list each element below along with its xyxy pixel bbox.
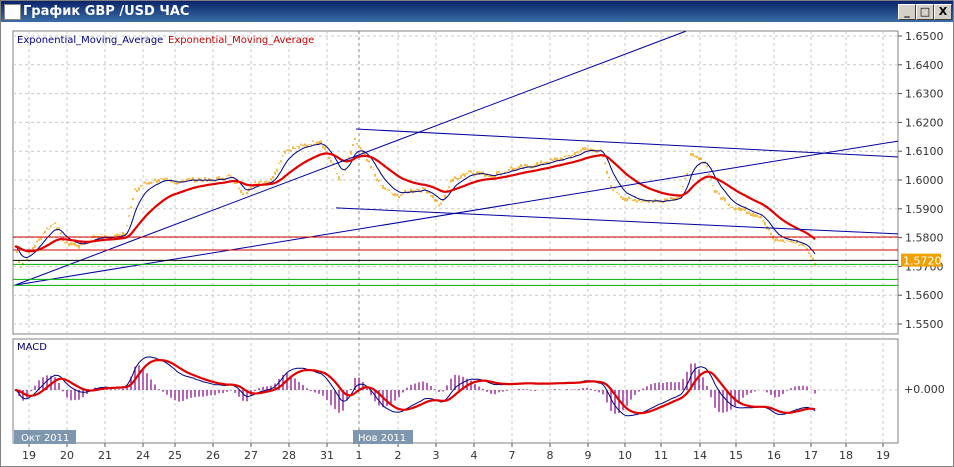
x-tick-label: 16 — [767, 449, 781, 462]
x-tick-label: 21 — [98, 449, 112, 462]
chart-app-icon — [4, 4, 21, 20]
price-panel — [12, 30, 899, 335]
x-tick-label: 7 — [509, 449, 516, 462]
y-tick-label: 1.6000 — [905, 174, 944, 187]
legend-ema-fast: Exponential_Moving_Average — [17, 35, 163, 46]
x-tick-label: 17 — [804, 449, 818, 462]
y-tick-label: 1.5800 — [905, 232, 944, 245]
x-tick-label: 18 — [839, 449, 853, 462]
y-tick-label: 1.6500 — [905, 30, 944, 43]
x-tick-label: 19 — [876, 449, 890, 462]
x-tick-label: 26 — [206, 449, 220, 462]
minimize-button[interactable]: _ — [898, 4, 916, 20]
price-chart[interactable]: 1.6500 1.6400 1.6300 1.6200 1.6100 1.6000 1.59… — [1, 23, 953, 466]
macd-zero-label: +0.000 — [904, 383, 945, 396]
y-tick-label: 1.6300 — [905, 88, 944, 101]
legend-ema-slow: Exponential_Moving_Average — [168, 35, 314, 46]
y-tick-label: 1.6400 — [905, 59, 944, 72]
x-tick-label: 3 — [433, 449, 440, 462]
x-tick-label: 20 — [60, 449, 74, 462]
close-button[interactable]: X — [934, 4, 952, 20]
x-tick-label: 24 — [136, 449, 150, 462]
x-tick-label: 27 — [244, 449, 258, 462]
x-tick-label: 11 — [654, 449, 668, 462]
legend-macd: MACD — [17, 342, 47, 353]
x-tick-label: 2 — [395, 449, 402, 462]
x-tick-label: 28 — [282, 449, 296, 462]
month-label-oct: Окт 2011 — [21, 433, 69, 444]
x-tick-label: 10 — [618, 449, 632, 462]
x-tick-label: 15 — [729, 449, 743, 462]
y-tick-label: 1.5500 — [905, 318, 944, 331]
x-tick-label: 1 — [356, 449, 363, 462]
x-tick-label: 8 — [547, 449, 554, 462]
window-title: График GBP /USD ЧАС — [23, 4, 190, 19]
title-bar: График GBP /USD ЧАС _ □ X — [1, 1, 953, 22]
y-tick-label: 1.6200 — [905, 116, 944, 129]
x-tick-label: 4 — [471, 449, 478, 462]
y-tick-label: 1.5900 — [905, 203, 944, 216]
current-price-label: 1.5720 — [903, 255, 942, 268]
x-tick-label: 19 — [22, 449, 36, 462]
macd-panel — [12, 338, 899, 444]
y-tick-label: 1.5600 — [905, 289, 944, 302]
chart-window: График GBP /USD ЧАС _ □ X 1.6500 1.6400 1.… — [0, 0, 954, 467]
x-tick-label: 14 — [693, 449, 707, 462]
month-label-nov: Нов 2011 — [358, 433, 406, 444]
x-tick-label: 9 — [585, 449, 592, 462]
x-tick-label: 25 — [168, 449, 182, 462]
y-tick-label: 1.6100 — [905, 145, 944, 158]
maximize-button[interactable]: □ — [916, 4, 934, 20]
x-tick-label: 31 — [320, 449, 334, 462]
